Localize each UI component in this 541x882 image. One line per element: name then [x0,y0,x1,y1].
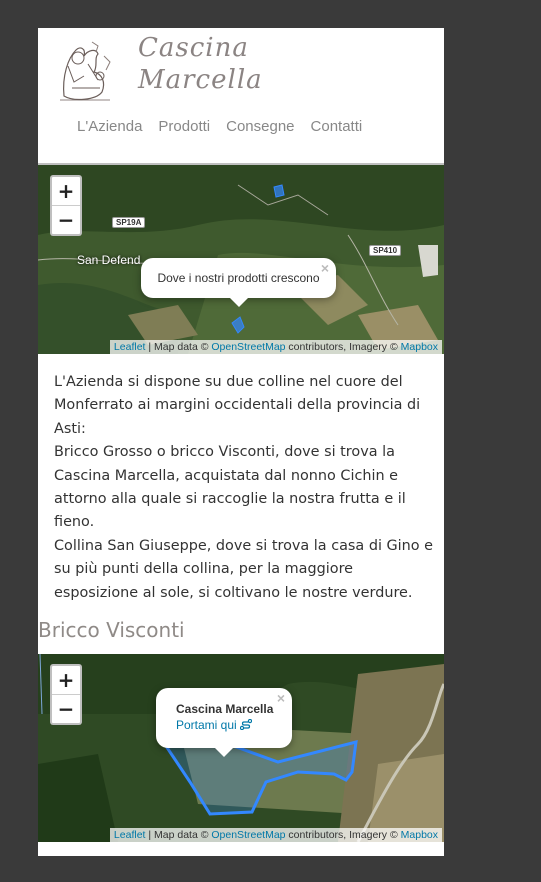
mapbox-link[interactable]: Mapbox [401,341,438,353]
attribution-mid: contributors, Imagery © [285,341,401,353]
overview-map[interactable]: SP19A SP410 San Defend + − Dove i nostri… [38,165,444,354]
main-nav: L'Azienda Prodotti Consegne Contatti [77,118,378,135]
nav-item-prodotti[interactable]: Prodotti [158,118,210,135]
brand-line2: Marcella [138,65,263,95]
portami-link-label: Portami qui [176,718,237,732]
attribution-sep: | Map data © [145,829,212,841]
close-icon[interactable]: × [277,690,285,706]
zoom-out-button[interactable]: − [52,205,80,234]
bricco-visconti-map[interactable]: + − Cascina Marcella Portami qui × Leafl… [38,654,444,842]
page: Cascina Marcella L'Azienda Prodotti Cons… [38,28,444,856]
attribution-mid: contributors, Imagery © [285,829,401,841]
mapbox-link[interactable]: Mapbox [401,829,438,841]
place-label: San Defend [77,253,141,267]
osm-link[interactable]: OpenStreetMap [211,341,285,353]
map1-popup: Dove i nostri prodotti crescono × [141,258,336,307]
section-title: Bricco Visconti [38,618,185,642]
zoom-out-button[interactable]: − [52,694,80,723]
map2-attribution: Leaflet | Map data © OpenStreetMap contr… [109,828,442,842]
leaflet-link[interactable]: Leaflet [114,341,146,353]
map2-zoom-control: + − [50,664,82,725]
site-header: Cascina Marcella L'Azienda Prodotti Cons… [38,28,444,163]
intro-paragraph-2: Bricco Grosso o bricco Visconti, dove si… [54,444,406,531]
directions-icon [239,718,253,731]
logo-illustration-icon[interactable] [54,36,116,106]
intro-text: L'Azienda si dispone su due colline nel … [54,371,434,605]
intro-paragraph-3: Collina San Giuseppe, dove si trova la c… [54,537,434,601]
popup-tip [214,747,234,757]
satellite-imagery [38,654,444,842]
map2-popup: Cascina Marcella Portami qui × [156,688,292,757]
leaflet-link[interactable]: Leaflet [114,829,146,841]
popup-title: Cascina Marcella [176,702,274,716]
nav-item-consegne[interactable]: Consegne [226,118,294,135]
map1-zoom-control: + − [50,175,82,236]
nav-item-azienda[interactable]: L'Azienda [77,118,142,135]
close-icon[interactable]: × [321,260,329,276]
portami-link[interactable]: Portami qui [176,718,253,732]
brand-line1: Cascina [138,33,249,63]
intro-paragraph-1: L'Azienda si dispone su due colline nel … [54,374,421,437]
map1-attribution: Leaflet | Map data © OpenStreetMap contr… [109,340,442,354]
road-label-sp19a: SP19A [112,217,146,228]
popup-tip [228,297,249,307]
zoom-in-button[interactable]: + [52,177,80,205]
attribution-sep: | Map data © [145,341,212,353]
zoom-in-button[interactable]: + [52,666,80,694]
osm-link[interactable]: OpenStreetMap [211,829,285,841]
nav-item-contatti[interactable]: Contatti [311,118,363,135]
brand-logotype[interactable]: Cascina Marcella [138,32,263,96]
road-label-sp410: SP410 [369,245,402,256]
popup-text: Dove i nostri prodotti crescono [157,271,320,285]
